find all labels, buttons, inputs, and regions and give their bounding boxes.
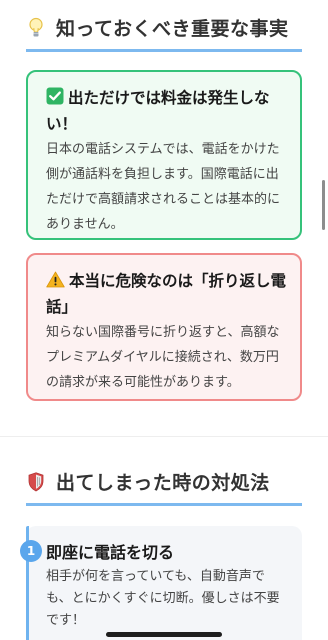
warning-icon bbox=[46, 271, 65, 295]
card-body-no-charge: 日本の電話システムでは、電話をかけた側が通話料を負担します。国際電話に出ただけで… bbox=[46, 142, 281, 232]
home-indicator[interactable] bbox=[106, 632, 222, 637]
warning-card-callback: 本当に危険なのは「折り返し電話」 知らない国際番号に折り返すと、高額なプレミアム… bbox=[26, 253, 302, 401]
card-title-callback: 本当に危険なのは「折り返し電話」 bbox=[46, 269, 286, 319]
step-number-badge: 1 bbox=[20, 540, 42, 562]
section-title-facts: 知っておくべき重要な事実 bbox=[56, 18, 289, 40]
card-title-text: 本当に危険なのは「折り返し電話」 bbox=[46, 272, 287, 316]
section-header-actions: 出てしまった時の対処法 bbox=[26, 468, 270, 495]
step-description: 相手が何を言っていても、自動音声でも、とにかくすぐに切断。優しさは不要です！ bbox=[46, 569, 280, 628]
step-title: 即座に電話を切る bbox=[46, 543, 175, 562]
step-card-1: 即座に電話を切る 相手が何を言っていても、自動音声でも、とにかくすぐに切断。優し… bbox=[26, 526, 302, 640]
section-underline bbox=[26, 503, 302, 506]
card-title-text: 出ただけでは料金は発生しない！ bbox=[46, 89, 270, 133]
scrollbar-thumb[interactable] bbox=[322, 180, 325, 230]
card-title-no-charge: 出ただけでは料金は発生しない！ bbox=[46, 86, 286, 136]
shield-icon bbox=[26, 470, 46, 494]
section-title-actions: 出てしまった時の対処法 bbox=[56, 472, 270, 494]
section-underline bbox=[26, 49, 302, 52]
section-header-facts: 知っておくべき重要な事実 bbox=[26, 14, 288, 41]
section-divider bbox=[0, 436, 328, 437]
info-card-no-charge: 出ただけでは料金は発生しない！ 日本の電話システムでは、電話をかけた側が通話料を… bbox=[26, 70, 302, 240]
check-badge-icon bbox=[46, 87, 64, 112]
card-body-callback: 知らない国際番号に折り返すと、高額なプレミアムダイヤルに接続され、数万円の請求が… bbox=[46, 325, 280, 390]
lightbulb-icon bbox=[26, 16, 46, 40]
